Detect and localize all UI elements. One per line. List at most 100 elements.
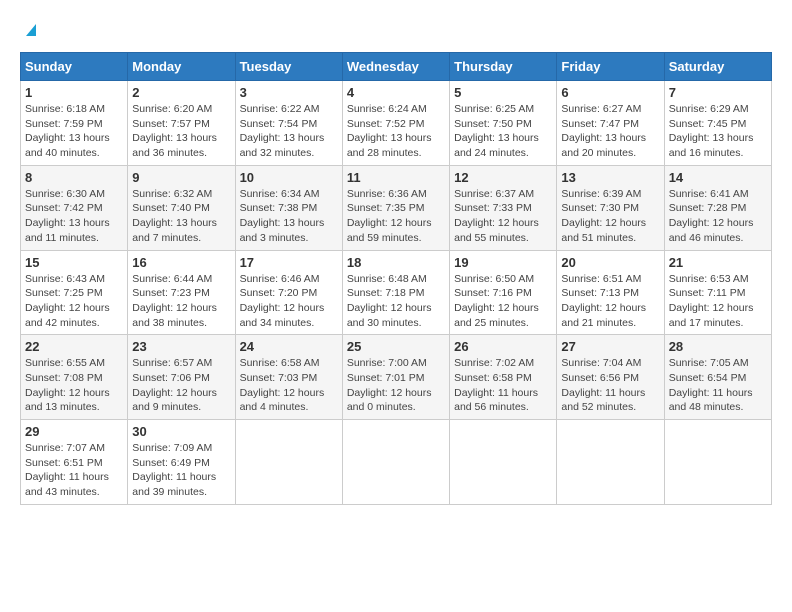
- day-number: 9: [132, 170, 230, 185]
- day-info: Sunrise: 6:44 AM Sunset: 7:23 PM Dayligh…: [132, 272, 230, 331]
- day-info: Sunrise: 6:29 AM Sunset: 7:45 PM Dayligh…: [669, 102, 767, 161]
- day-number: 5: [454, 85, 552, 100]
- day-info: Sunrise: 7:04 AM Sunset: 6:56 PM Dayligh…: [561, 356, 659, 415]
- day-number: 22: [25, 339, 123, 354]
- day-info: Sunrise: 6:41 AM Sunset: 7:28 PM Dayligh…: [669, 187, 767, 246]
- day-info: Sunrise: 6:57 AM Sunset: 7:06 PM Dayligh…: [132, 356, 230, 415]
- calendar-cell: 23 Sunrise: 6:57 AM Sunset: 7:06 PM Dayli…: [128, 335, 235, 420]
- calendar-cell: 18 Sunrise: 6:48 AM Sunset: 7:18 PM Dayli…: [342, 250, 449, 335]
- calendar-cell: 22 Sunrise: 6:55 AM Sunset: 7:08 PM Dayli…: [21, 335, 128, 420]
- calendar-cell: 15 Sunrise: 6:43 AM Sunset: 7:25 PM Dayli…: [21, 250, 128, 335]
- calendar-cell: [664, 420, 771, 505]
- calendar-cell: 16 Sunrise: 6:44 AM Sunset: 7:23 PM Dayli…: [128, 250, 235, 335]
- day-number: 27: [561, 339, 659, 354]
- header-thursday: Thursday: [450, 53, 557, 81]
- day-number: 18: [347, 255, 445, 270]
- header-monday: Monday: [128, 53, 235, 81]
- calendar-cell: [557, 420, 664, 505]
- calendar-cell: 10 Sunrise: 6:34 AM Sunset: 7:38 PM Dayli…: [235, 165, 342, 250]
- day-number: 3: [240, 85, 338, 100]
- calendar-cell: 9 Sunrise: 6:32 AM Sunset: 7:40 PM Daylig…: [128, 165, 235, 250]
- calendar-cell: 30 Sunrise: 7:09 AM Sunset: 6:49 PM Dayli…: [128, 420, 235, 505]
- day-info: Sunrise: 7:02 AM Sunset: 6:58 PM Dayligh…: [454, 356, 552, 415]
- day-info: Sunrise: 6:50 AM Sunset: 7:16 PM Dayligh…: [454, 272, 552, 331]
- header-friday: Friday: [557, 53, 664, 81]
- day-number: 25: [347, 339, 445, 354]
- calendar-week-2: 8 Sunrise: 6:30 AM Sunset: 7:42 PM Daylig…: [21, 165, 772, 250]
- day-number: 7: [669, 85, 767, 100]
- day-info: Sunrise: 7:09 AM Sunset: 6:49 PM Dayligh…: [132, 441, 230, 500]
- day-info: Sunrise: 7:00 AM Sunset: 7:01 PM Dayligh…: [347, 356, 445, 415]
- day-info: Sunrise: 6:43 AM Sunset: 7:25 PM Dayligh…: [25, 272, 123, 331]
- day-number: 17: [240, 255, 338, 270]
- calendar-cell: 8 Sunrise: 6:30 AM Sunset: 7:42 PM Daylig…: [21, 165, 128, 250]
- calendar-cell: 11Sunrise: 6:36 AM Sunset: 7:35 PM Dayli…: [342, 165, 449, 250]
- calendar-cell: 5Sunrise: 6:25 AM Sunset: 7:50 PM Daylig…: [450, 81, 557, 166]
- calendar-cell: 4 Sunrise: 6:24 AM Sunset: 7:52 PM Daylig…: [342, 81, 449, 166]
- day-info: Sunrise: 6:20 AM Sunset: 7:57 PM Dayligh…: [132, 102, 230, 161]
- calendar-cell: 2 Sunrise: 6:20 AM Sunset: 7:57 PM Daylig…: [128, 81, 235, 166]
- day-info: Sunrise: 6:58 AM Sunset: 7:03 PM Dayligh…: [240, 356, 338, 415]
- calendar-table: SundayMondayTuesdayWednesdayThursdayFrid…: [20, 52, 772, 505]
- calendar-cell: [342, 420, 449, 505]
- day-info: Sunrise: 6:36 AM Sunset: 7:35 PM Dayligh…: [347, 187, 445, 246]
- calendar-cell: 26Sunrise: 7:02 AM Sunset: 6:58 PM Dayli…: [450, 335, 557, 420]
- calendar-cell: 17 Sunrise: 6:46 AM Sunset: 7:20 PM Dayli…: [235, 250, 342, 335]
- calendar-cell: 7 Sunrise: 6:29 AM Sunset: 7:45 PM Daylig…: [664, 81, 771, 166]
- day-number: 10: [240, 170, 338, 185]
- day-number: 21: [669, 255, 767, 270]
- day-number: 2: [132, 85, 230, 100]
- day-number: 23: [132, 339, 230, 354]
- day-number: 12: [454, 170, 552, 185]
- header: [20, 20, 772, 42]
- header-wednesday: Wednesday: [342, 53, 449, 81]
- day-info: Sunrise: 6:34 AM Sunset: 7:38 PM Dayligh…: [240, 187, 338, 246]
- calendar-cell: 6 Sunrise: 6:27 AM Sunset: 7:47 PM Daylig…: [557, 81, 664, 166]
- calendar-cell: 14 Sunrise: 6:41 AM Sunset: 7:28 PM Dayli…: [664, 165, 771, 250]
- day-number: 20: [561, 255, 659, 270]
- logo-icon: [22, 20, 40, 38]
- calendar-cell: 29Sunrise: 7:07 AM Sunset: 6:51 PM Dayli…: [21, 420, 128, 505]
- calendar-cell: [235, 420, 342, 505]
- calendar-week-5: 29Sunrise: 7:07 AM Sunset: 6:51 PM Dayli…: [21, 420, 772, 505]
- day-info: Sunrise: 6:46 AM Sunset: 7:20 PM Dayligh…: [240, 272, 338, 331]
- calendar-cell: 25 Sunrise: 7:00 AM Sunset: 7:01 PM Dayli…: [342, 335, 449, 420]
- header-tuesday: Tuesday: [235, 53, 342, 81]
- calendar-cell: 20Sunrise: 6:51 AM Sunset: 7:13 PM Dayli…: [557, 250, 664, 335]
- day-info: Sunrise: 6:48 AM Sunset: 7:18 PM Dayligh…: [347, 272, 445, 331]
- day-number: 14: [669, 170, 767, 185]
- logo: [20, 20, 40, 42]
- day-number: 24: [240, 339, 338, 354]
- day-number: 15: [25, 255, 123, 270]
- day-number: 6: [561, 85, 659, 100]
- day-number: 13: [561, 170, 659, 185]
- day-info: Sunrise: 6:18 AM Sunset: 7:59 PM Dayligh…: [25, 102, 123, 161]
- day-number: 8: [25, 170, 123, 185]
- day-number: 29: [25, 424, 123, 439]
- day-number: 30: [132, 424, 230, 439]
- day-number: 28: [669, 339, 767, 354]
- calendar-cell: 3 Sunrise: 6:22 AM Sunset: 7:54 PM Daylig…: [235, 81, 342, 166]
- day-number: 4: [347, 85, 445, 100]
- day-info: Sunrise: 6:39 AM Sunset: 7:30 PM Dayligh…: [561, 187, 659, 246]
- header-saturday: Saturday: [664, 53, 771, 81]
- day-info: Sunrise: 6:53 AM Sunset: 7:11 PM Dayligh…: [669, 272, 767, 331]
- day-info: Sunrise: 6:27 AM Sunset: 7:47 PM Dayligh…: [561, 102, 659, 161]
- day-info: Sunrise: 6:32 AM Sunset: 7:40 PM Dayligh…: [132, 187, 230, 246]
- day-number: 16: [132, 255, 230, 270]
- calendar-header-row: SundayMondayTuesdayWednesdayThursdayFrid…: [21, 53, 772, 81]
- day-number: 19: [454, 255, 552, 270]
- day-info: Sunrise: 6:24 AM Sunset: 7:52 PM Dayligh…: [347, 102, 445, 161]
- day-info: Sunrise: 6:55 AM Sunset: 7:08 PM Dayligh…: [25, 356, 123, 415]
- calendar-cell: 19 Sunrise: 6:50 AM Sunset: 7:16 PM Dayli…: [450, 250, 557, 335]
- header-sunday: Sunday: [21, 53, 128, 81]
- day-info: Sunrise: 6:22 AM Sunset: 7:54 PM Dayligh…: [240, 102, 338, 161]
- calendar-cell: 1 Sunrise: 6:18 AM Sunset: 7:59 PM Daylig…: [21, 81, 128, 166]
- day-info: Sunrise: 6:37 AM Sunset: 7:33 PM Dayligh…: [454, 187, 552, 246]
- calendar-cell: 28Sunrise: 7:05 AM Sunset: 6:54 PM Dayli…: [664, 335, 771, 420]
- calendar-cell: [450, 420, 557, 505]
- day-info: Sunrise: 6:30 AM Sunset: 7:42 PM Dayligh…: [25, 187, 123, 246]
- calendar-cell: 27 Sunrise: 7:04 AM Sunset: 6:56 PM Dayli…: [557, 335, 664, 420]
- calendar-week-3: 15 Sunrise: 6:43 AM Sunset: 7:25 PM Dayli…: [21, 250, 772, 335]
- day-number: 1: [25, 85, 123, 100]
